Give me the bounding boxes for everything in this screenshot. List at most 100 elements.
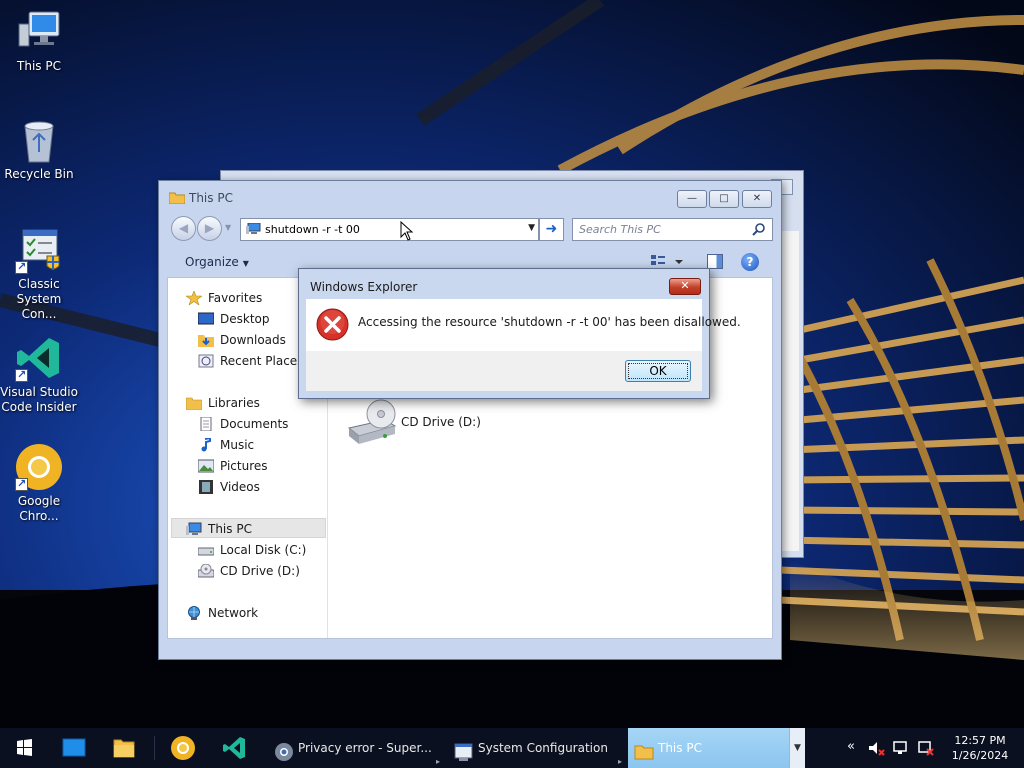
file-explorer-icon [113,739,135,758]
chevron-down-icon: ▼ [242,259,249,268]
task-label: This PC [658,741,702,755]
task-system-configuration[interactable]: System Configuration ▸ [448,728,622,768]
nav-item-network[interactable]: Network [186,603,258,623]
system-config-icon [15,226,63,274]
system-config-icon [454,738,474,761]
cd-drive-item[interactable]: CD Drive (D:) [347,398,547,448]
close-button[interactable]: ✕ [742,190,772,208]
window-titlebar[interactable]: This PC — □ ✕ [159,181,781,213]
task-label: Privacy error - Super... [298,741,432,755]
task-chevron-icon: ▸ [435,757,440,766]
nav-label: Downloads [220,333,286,347]
nav-item-videos[interactable]: Videos [198,477,260,497]
pictures-icon [197,459,215,473]
address-dropdown-icon[interactable]: ▼ [528,223,535,233]
organize-label: Organize [185,255,239,269]
cd-drive-icon [347,398,397,449]
nav-label: Favorites [208,291,263,305]
file-explorer-button[interactable] [104,728,144,768]
status-bar [167,639,773,655]
taskbar: Privacy error - Super... ▸ System Config… [0,728,1024,768]
nav-item-cd-drive[interactable]: CD Drive (D:) [197,561,300,581]
back-button[interactable]: ◀ [171,216,196,241]
cd-drive-icon [197,563,215,578]
taskbar-separator [154,736,155,760]
clock-date: 1/26/2024 [951,749,1009,762]
documents-icon [198,416,214,431]
action-center-icon[interactable] [917,739,935,757]
show-desktop-button[interactable] [53,728,93,768]
address-input[interactable] [265,221,515,238]
chrome-icon [274,738,294,761]
nav-label: CD Drive (D:) [220,564,300,578]
chrome-icon [15,443,63,491]
organize-menu-button[interactable]: Organize ▼ [185,255,249,269]
taskbar-clock[interactable]: 12:57 PM 1/26/2024 [946,733,1014,763]
taskbar-overflow-button[interactable]: ▼ [789,728,805,768]
preview-pane-button[interactable] [707,254,723,269]
forward-button[interactable]: ▶ [197,216,222,241]
task-chrome[interactable]: Privacy error - Super... ▸ [268,728,440,768]
desktop-icon-label: This PC [17,59,61,73]
music-icon [198,436,214,452]
desktop-icon-this-pc[interactable]: This PC [0,8,78,74]
file-explorer-window[interactable]: This PC — □ ✕ ◀ ▶ ▼ ▼ ➜ Organize▼ [158,180,782,660]
start-button[interactable] [4,728,44,768]
nav-item-music[interactable]: Music [198,435,254,455]
nav-item-documents[interactable]: Documents [198,414,288,434]
maximize-button[interactable]: □ [709,190,739,208]
this-pc-icon [186,522,202,536]
speaker-muted-icon[interactable] [867,739,885,757]
network-icon [186,605,202,620]
nav-item-recent-places[interactable]: Recent Places [198,351,303,371]
nav-item-this-pc[interactable]: This PC [171,518,326,538]
ok-button[interactable]: OK [625,360,691,382]
recent-locations-dropdown[interactable]: ▼ [225,223,231,232]
error-dialog[interactable]: Windows Explorer ✕ Accessing the resourc… [298,268,741,399]
vscode-taskbar-button[interactable] [214,728,254,768]
address-bar[interactable]: ▼ [240,218,539,241]
downloads-icon [198,333,214,347]
clock-time: 12:57 PM [954,734,1006,747]
dialog-title: Windows Explorer [310,280,418,294]
desktop-icon-vscode-insiders[interactable]: Visual Studio Code Insider [0,334,78,415]
nav-item-favorites[interactable]: Favorites [185,288,263,308]
minimize-button[interactable]: — [677,190,707,208]
background-window-scrollbar[interactable] [781,231,799,551]
desktop-icon-chrome[interactable]: Google Chro... [0,443,78,524]
nav-item-desktop[interactable]: Desktop [197,309,270,329]
chevron-left-icon[interactable]: « [842,739,860,757]
desktop-icon-label: Visual Studio Code Insider [0,385,78,414]
cd-drive-label: CD Drive (D:) [401,415,481,429]
start-icon [17,739,32,756]
nav-label: This PC [208,522,252,536]
nav-label: Music [220,438,255,452]
nav-item-local-disk[interactable]: Local Disk (C:) [197,540,307,560]
desktop-icon-system-config[interactable]: Classic System Con... [0,226,78,322]
address-toolbar: ◀ ▶ ▼ ▼ ➜ [167,216,773,244]
desktop-icon-recycle-bin[interactable]: Recycle Bin [0,116,78,182]
task-chevron-icon: ▸ [617,757,622,766]
network-icon[interactable] [892,739,910,757]
nav-label: Videos [220,480,260,494]
desktop-icon-label: Recycle Bin [4,167,74,181]
task-this-pc[interactable]: This PC [628,728,790,768]
folder-icon [634,738,654,760]
star-icon [185,289,203,306]
dialog-body: Accessing the resource 'shutdown -r -t 0… [306,299,741,351]
chrome-taskbar-button[interactable] [163,728,203,768]
dialog-close-button[interactable]: ✕ [669,278,701,295]
task-label: System Configuration [478,741,608,755]
search-box[interactable] [572,218,773,241]
search-icon[interactable] [752,222,766,236]
nav-item-libraries[interactable]: Libraries [185,393,260,413]
nav-item-downloads[interactable]: Downloads [198,330,286,350]
go-button[interactable]: ➜ [539,218,564,241]
search-input[interactable] [579,221,749,238]
dialog-footer: OK [306,351,702,391]
nav-label: Local Disk (C:) [220,543,307,557]
help-icon[interactable]: ? [741,253,759,271]
vscode-insiders-icon [15,334,63,382]
nav-item-pictures[interactable]: Pictures [197,456,268,476]
window-title: This PC [189,191,233,205]
